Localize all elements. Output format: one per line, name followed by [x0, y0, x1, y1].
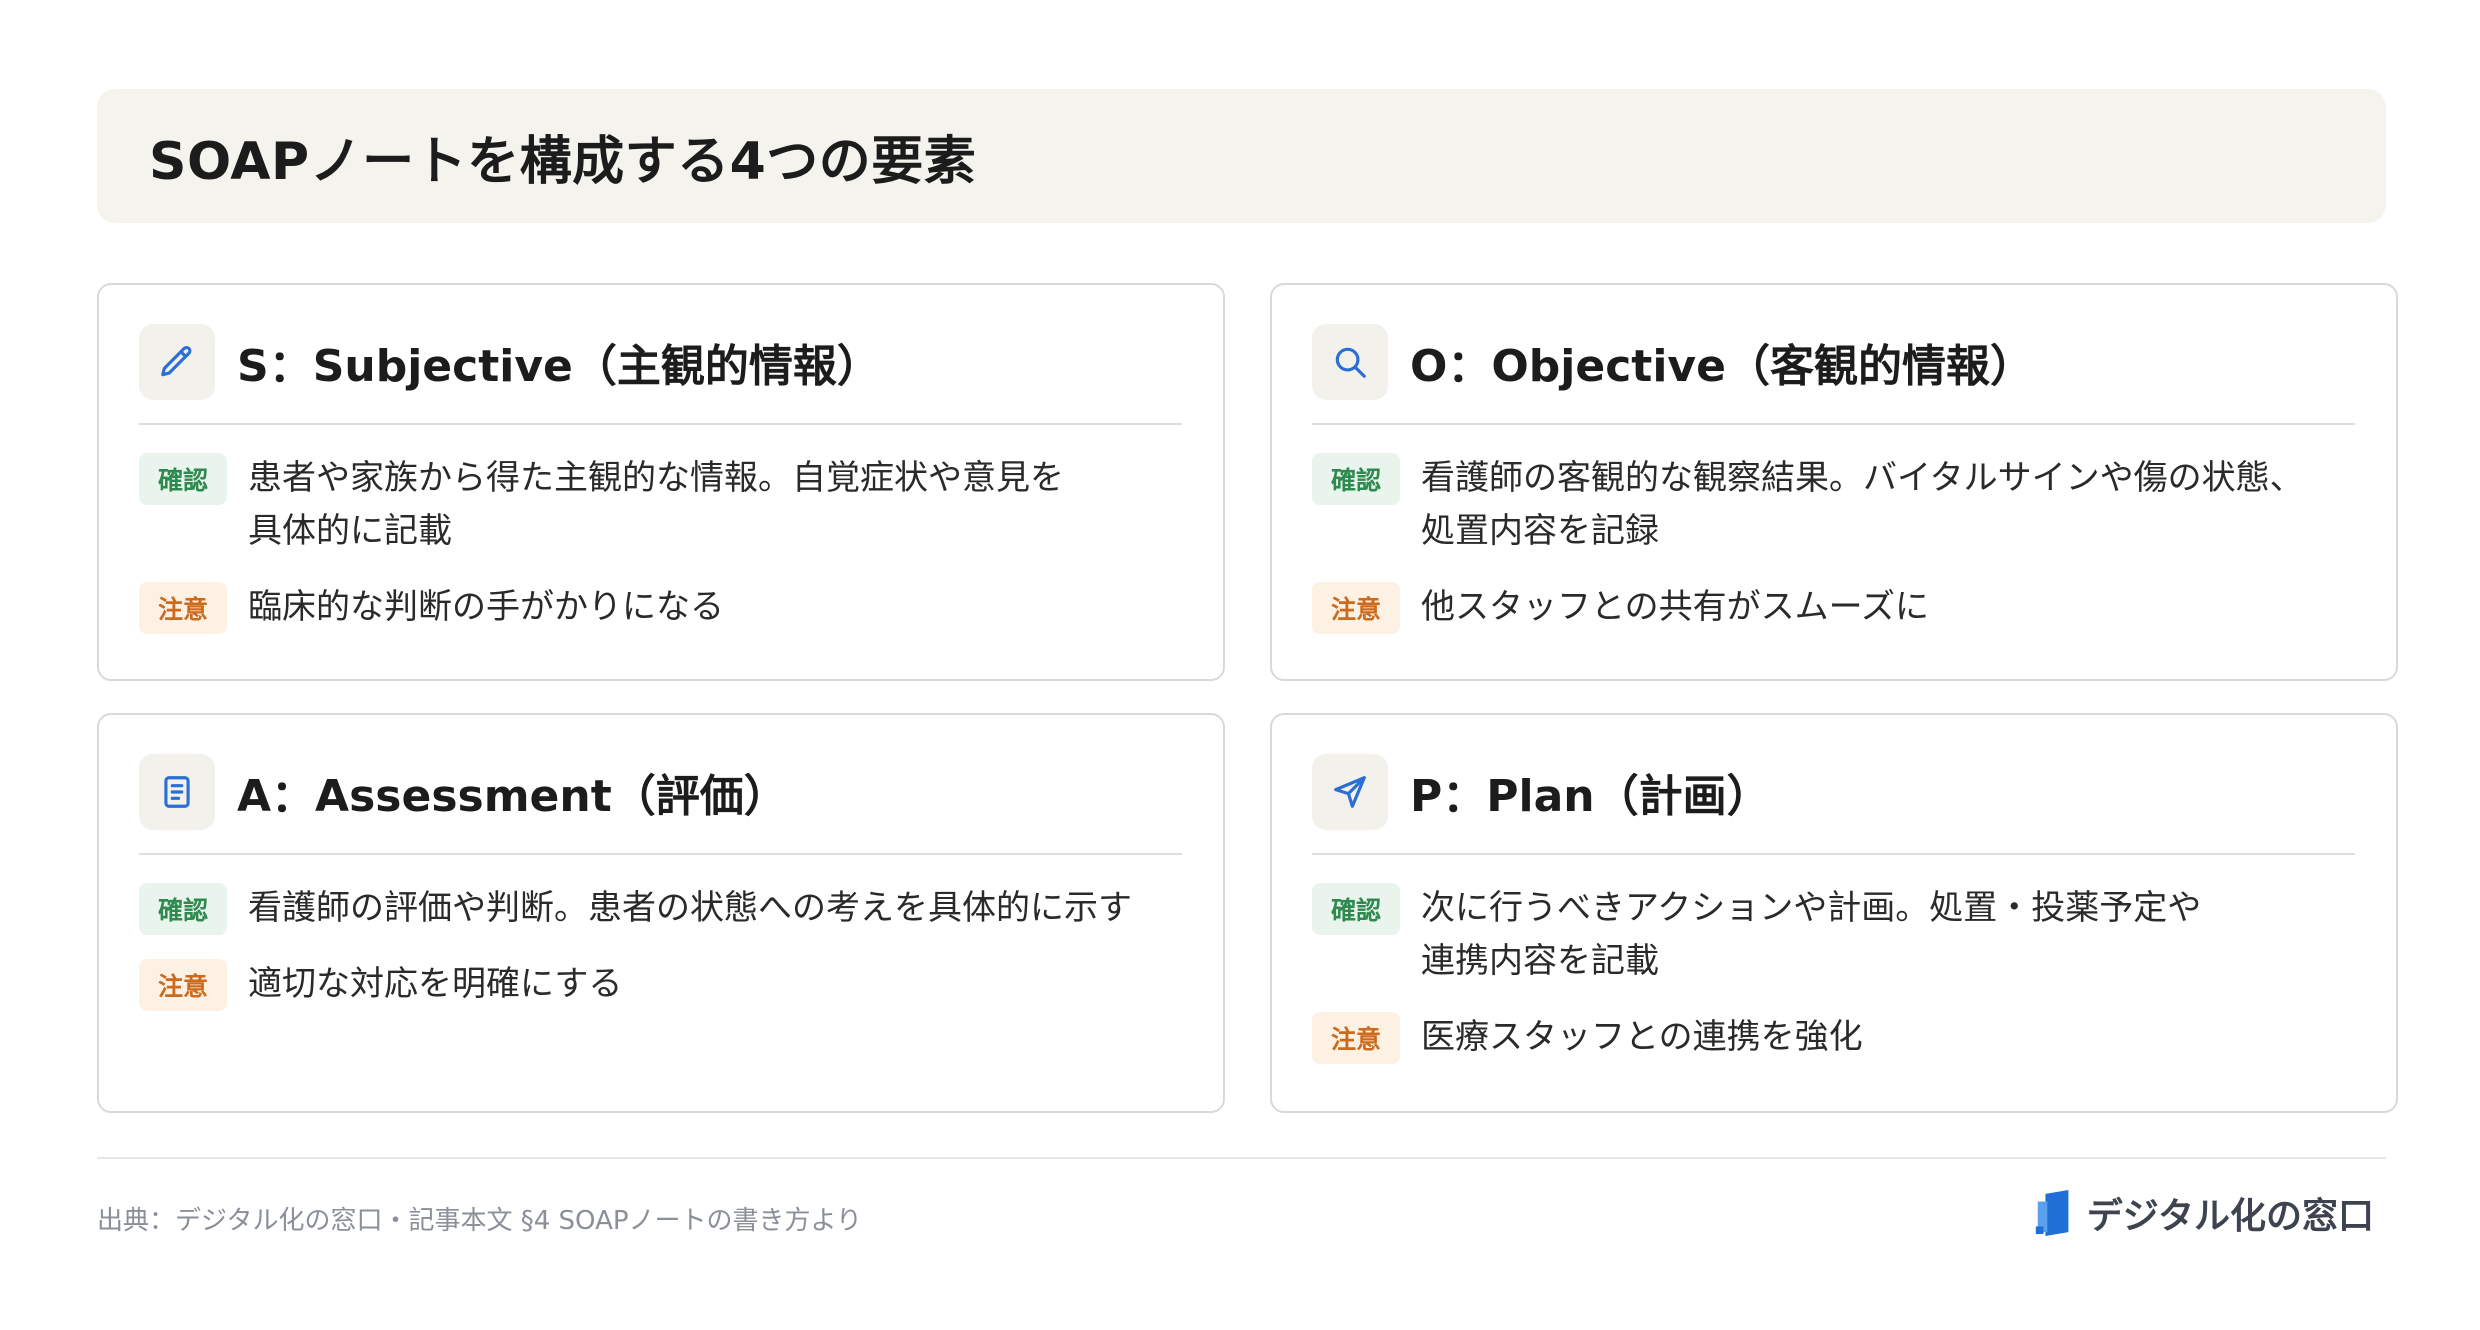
- footer-divider: [97, 1157, 2386, 1159]
- note-text: 他スタッフとの共有がスムーズに: [1421, 587, 1929, 627]
- divider: [139, 423, 1182, 425]
- note-badge: 注意: [1312, 1012, 1400, 1064]
- check-text: 看護師の評価や判断。患者の状態への考えを具体的に示す: [248, 888, 1132, 928]
- check-badge: 確認: [1312, 453, 1400, 505]
- card-subjective: S：Subjective（主観的情報） 確認 患者や家族から得た主観的な情報。自…: [97, 283, 1225, 681]
- check-text: 患者や家族から得た主観的な情報。自覚症状や意見を 具体的に記載: [248, 458, 1064, 551]
- note-text: 臨床的な判断の手がかりになる: [248, 587, 724, 627]
- card-title: S：Subjective（主観的情報）: [237, 341, 881, 392]
- card-assessment: A：Assessment（評価） 確認 看護師の評価や判断。患者の状態への考えを…: [97, 713, 1225, 1113]
- check-badge: 確認: [139, 453, 227, 505]
- page-title: SOAPノートを構成する4つの要素: [149, 131, 977, 192]
- card-title: P：Plan（計画）: [1410, 771, 1771, 822]
- card-plan: P：Plan（計画） 確認 次に行うべきアクションや計画。処置・投薬予定や 連携…: [1270, 713, 2398, 1113]
- card-title: A：Assessment（評価）: [237, 771, 788, 822]
- note-text: 適切な対応を明確にする: [248, 964, 623, 1004]
- note-row: 注意 他スタッフとの共有がスムーズに: [1312, 581, 2355, 634]
- send-icon: [1312, 754, 1388, 830]
- brand-name: デジタル化の窓口: [2086, 1196, 2374, 1237]
- check-text: 次に行うべきアクションや計画。処置・投薬予定や 連携内容を記載: [1421, 888, 2202, 981]
- brand: デジタル化の窓口: [2035, 1190, 2374, 1237]
- note-row: 注意 臨床的な判断の手がかりになる: [139, 581, 1182, 634]
- card-title: O：Objective（客観的情報）: [1410, 341, 2034, 392]
- note-badge: 注意: [139, 959, 227, 1011]
- check-row: 確認 次に行うべきアクションや計画。処置・投薬予定や 連携内容を記載: [1312, 882, 2355, 988]
- check-row: 確認 患者や家族から得た主観的な情報。自覚症状や意見を 具体的に記載: [139, 452, 1182, 558]
- card-objective: O：Objective（客観的情報） 確認 看護師の客観的な観察結果。バイタルサ…: [1270, 283, 2398, 681]
- check-badge: 確認: [139, 883, 227, 935]
- brand-logo-icon: [2035, 1190, 2069, 1236]
- divider: [139, 853, 1182, 855]
- card-header: O：Objective（客観的情報）: [1312, 324, 2355, 400]
- note-badge: 注意: [1312, 582, 1400, 634]
- pencil-icon: [139, 324, 215, 400]
- divider: [1312, 423, 2355, 425]
- divider: [1312, 853, 2355, 855]
- note-text: 医療スタッフとの連携を強化: [1421, 1017, 1863, 1057]
- card-header: P：Plan（計画）: [1312, 754, 2355, 830]
- check-badge: 確認: [1312, 883, 1400, 935]
- note-row: 注意 適切な対応を明確にする: [139, 958, 1182, 1011]
- note-badge: 注意: [139, 582, 227, 634]
- title-banner: SOAPノートを構成する4つの要素: [97, 89, 2386, 223]
- card-header: S：Subjective（主観的情報）: [139, 324, 1182, 400]
- check-row: 確認 看護師の客観的な観察結果。バイタルサインや傷の状態、 処置内容を記録: [1312, 452, 2355, 558]
- card-header: A：Assessment（評価）: [139, 754, 1182, 830]
- note-row: 注意 医療スタッフとの連携を強化: [1312, 1011, 2355, 1064]
- check-row: 確認 看護師の評価や判断。患者の状態への考えを具体的に示す: [139, 882, 1182, 935]
- search-icon: [1312, 324, 1388, 400]
- document-icon: [139, 754, 215, 830]
- check-text: 看護師の客観的な観察結果。バイタルサインや傷の状態、 処置内容を記録: [1421, 458, 2304, 551]
- source-citation: 出典：デジタル化の窓口・記事本文 §4 SOAPノートの書き方より: [97, 1206, 863, 1236]
